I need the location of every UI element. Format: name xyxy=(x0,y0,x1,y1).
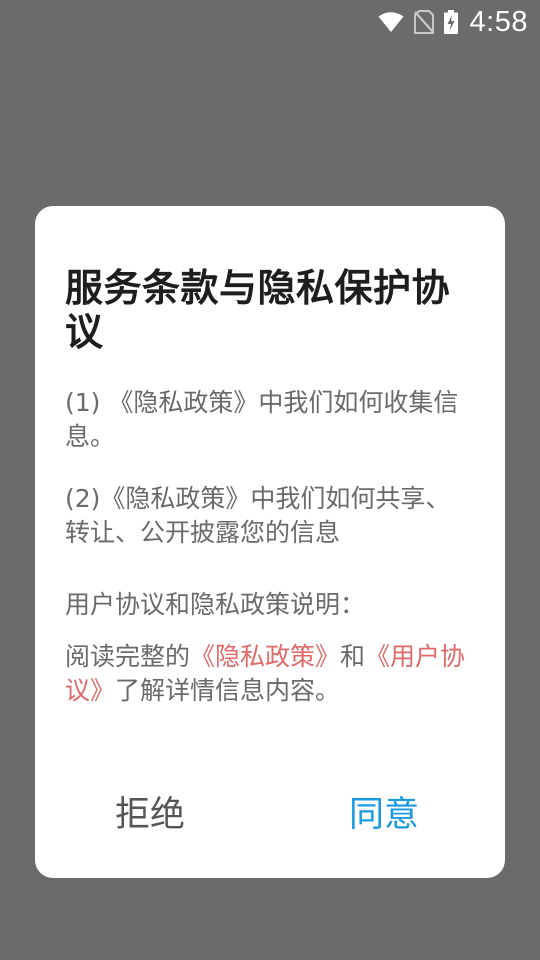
share-info-paragraph: (2)《隐私政策》中我们如何共享、转让、公开披露您的信息 xyxy=(65,484,451,547)
read-full-middle: 和 xyxy=(340,642,366,671)
status-bar: 4:58 xyxy=(0,0,540,44)
collect-info-paragraph: (1) 《隐私政策》中我们如何收集信息。 xyxy=(65,388,459,451)
privacy-agreement-dialog: 服务条款与隐私保护协议 (1) 《隐私政策》中我们如何收集信息。 (2)《隐私政… xyxy=(35,206,505,878)
status-icons: 4:58 xyxy=(378,0,528,44)
read-full-suffix: 了解详情信息内容。 xyxy=(115,676,341,705)
reject-button[interactable]: 拒绝 xyxy=(115,790,185,840)
agree-button[interactable]: 同意 xyxy=(349,790,419,840)
battery-charging-icon xyxy=(443,10,458,34)
read-full-paragraph: 阅读完整的《隐私政策》和《用户协议》了解详情信息内容。 xyxy=(65,640,475,708)
status-time: 4:58 xyxy=(469,5,528,38)
policy-explanation-heading: 用户协议和隐私政策说明： xyxy=(65,590,366,619)
wifi-icon xyxy=(378,11,404,33)
dialog-title: 服务条款与隐私保护协议 xyxy=(65,266,451,354)
no-sim-icon xyxy=(413,10,434,34)
read-full-prefix: 阅读完整的 xyxy=(65,642,191,671)
privacy-policy-link[interactable]: 《隐私政策》 xyxy=(190,642,340,671)
dialog-actions: 拒绝 同意 xyxy=(35,790,505,840)
